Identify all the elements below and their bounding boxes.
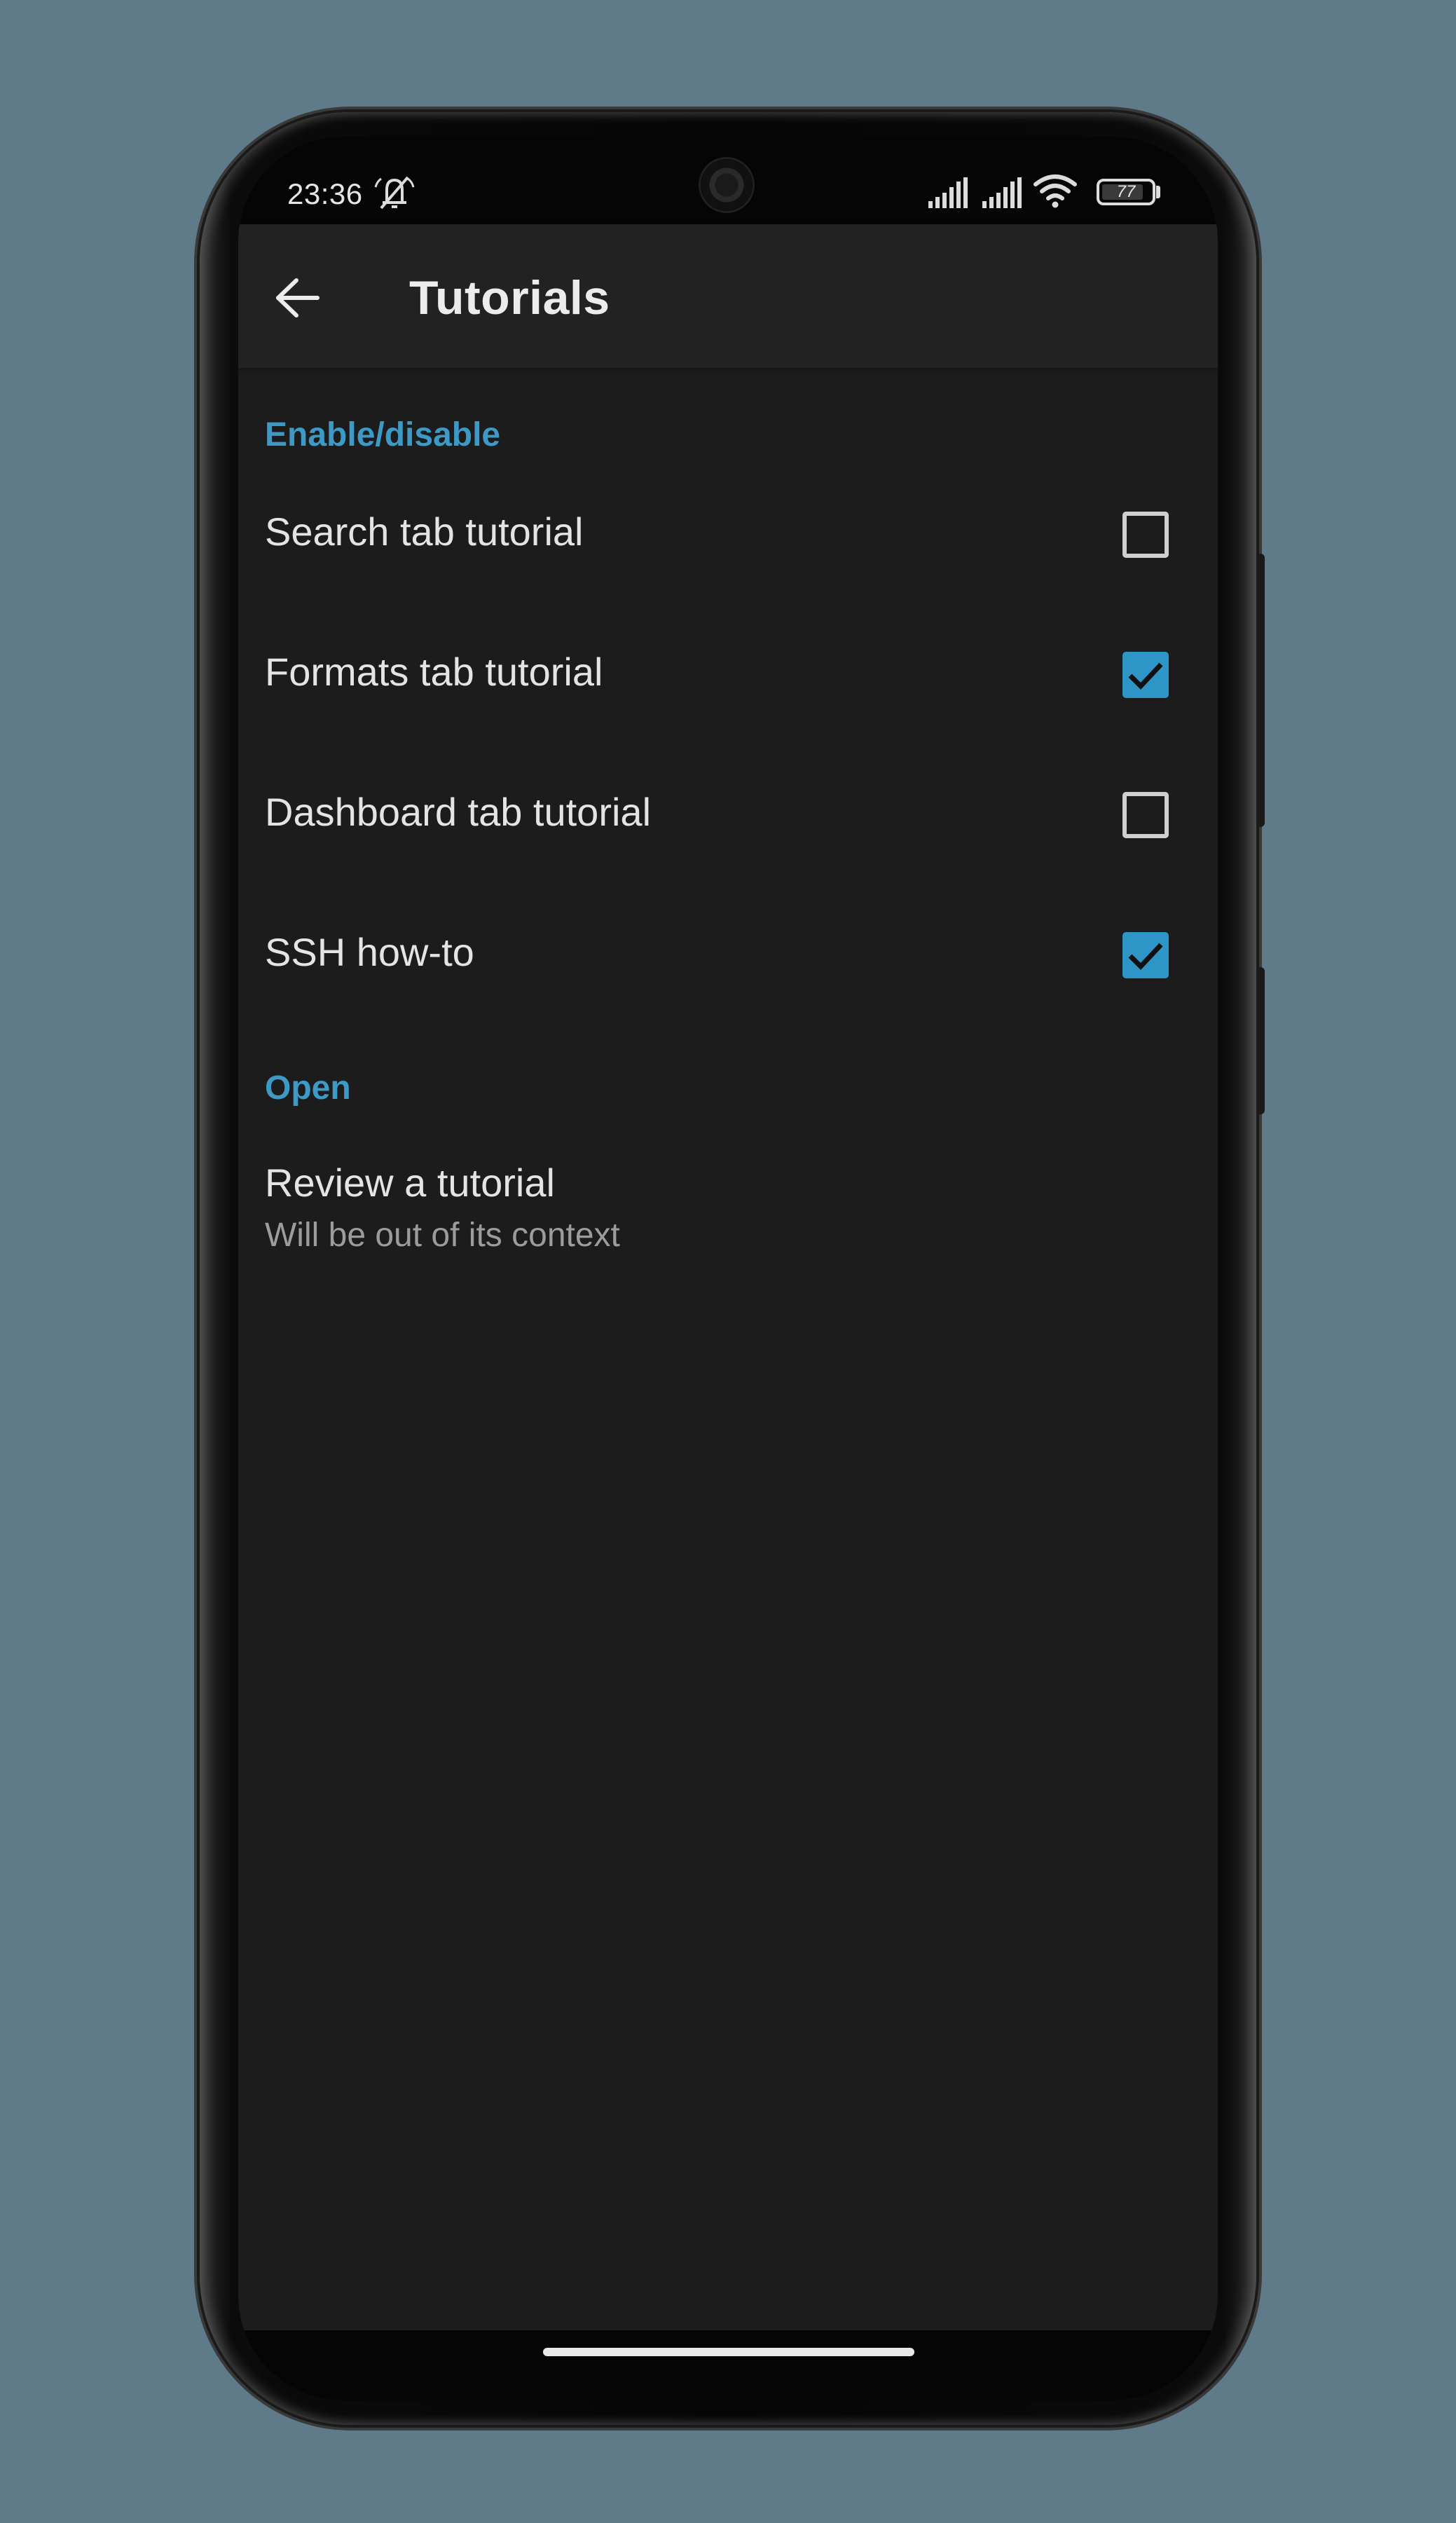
pref-label: Search tab tutorial: [265, 510, 584, 554]
section-header-open: Open: [265, 1069, 351, 1107]
pref-label: Formats tab tutorial: [265, 650, 603, 694]
front-camera: [701, 159, 753, 211]
app-bar: Tutorials: [238, 224, 1218, 368]
checkbox-checked[interactable]: [1122, 932, 1169, 978]
checkmark-icon: [1128, 943, 1163, 971]
screen: 23:36 77 Tutorials Enable/disable Search…: [238, 137, 1218, 2400]
pref-row-ssh-how-to[interactable]: SSH how-to: [238, 890, 1218, 1030]
checkbox[interactable]: [1122, 512, 1169, 558]
home-indicator[interactable]: [543, 2348, 914, 2356]
review-tutorial-summary: Will be out of its context: [265, 1217, 620, 1254]
pref-row-formats-tab-tutorial[interactable]: Formats tab tutorial: [238, 610, 1218, 750]
navigation-bar: [238, 2330, 1218, 2400]
pref-row-dashboard-tab-tutorial[interactable]: Dashboard tab tutorial: [238, 750, 1218, 890]
battery-icon: 77: [1097, 179, 1155, 205]
wifi-icon: [1033, 175, 1077, 208]
pref-label: SSH how-to: [265, 930, 474, 974]
pref-row-review-tutorial[interactable]: Review a tutorial Will be out of its con…: [238, 1139, 1218, 1293]
arrow-left-icon: [276, 278, 320, 317]
checkbox-checked[interactable]: [1122, 652, 1169, 698]
page-title: Tutorials: [409, 271, 610, 324]
power-button: [1256, 967, 1265, 1114]
status-time: 23:36: [287, 177, 363, 210]
review-tutorial-title: Review a tutorial: [265, 1161, 555, 1205]
pref-label: Dashboard tab tutorial: [265, 790, 652, 834]
signal-icon: [928, 177, 968, 208]
checkbox[interactable]: [1122, 792, 1169, 838]
battery-cap: [1156, 186, 1160, 198]
back-button[interactable]: [266, 266, 329, 329]
volume-button: [1256, 554, 1265, 827]
status-bar: 23:36 77: [238, 137, 1218, 224]
battery-level: 77: [1116, 182, 1136, 201]
checkmark-icon: [1128, 662, 1163, 690]
signal-icon: [982, 177, 1022, 208]
pref-row-search-tab-tutorial[interactable]: Search tab tutorial: [238, 470, 1218, 610]
dnd-off-icon: [374, 176, 415, 210]
section-header-enable-disable: Enable/disable: [265, 416, 501, 453]
